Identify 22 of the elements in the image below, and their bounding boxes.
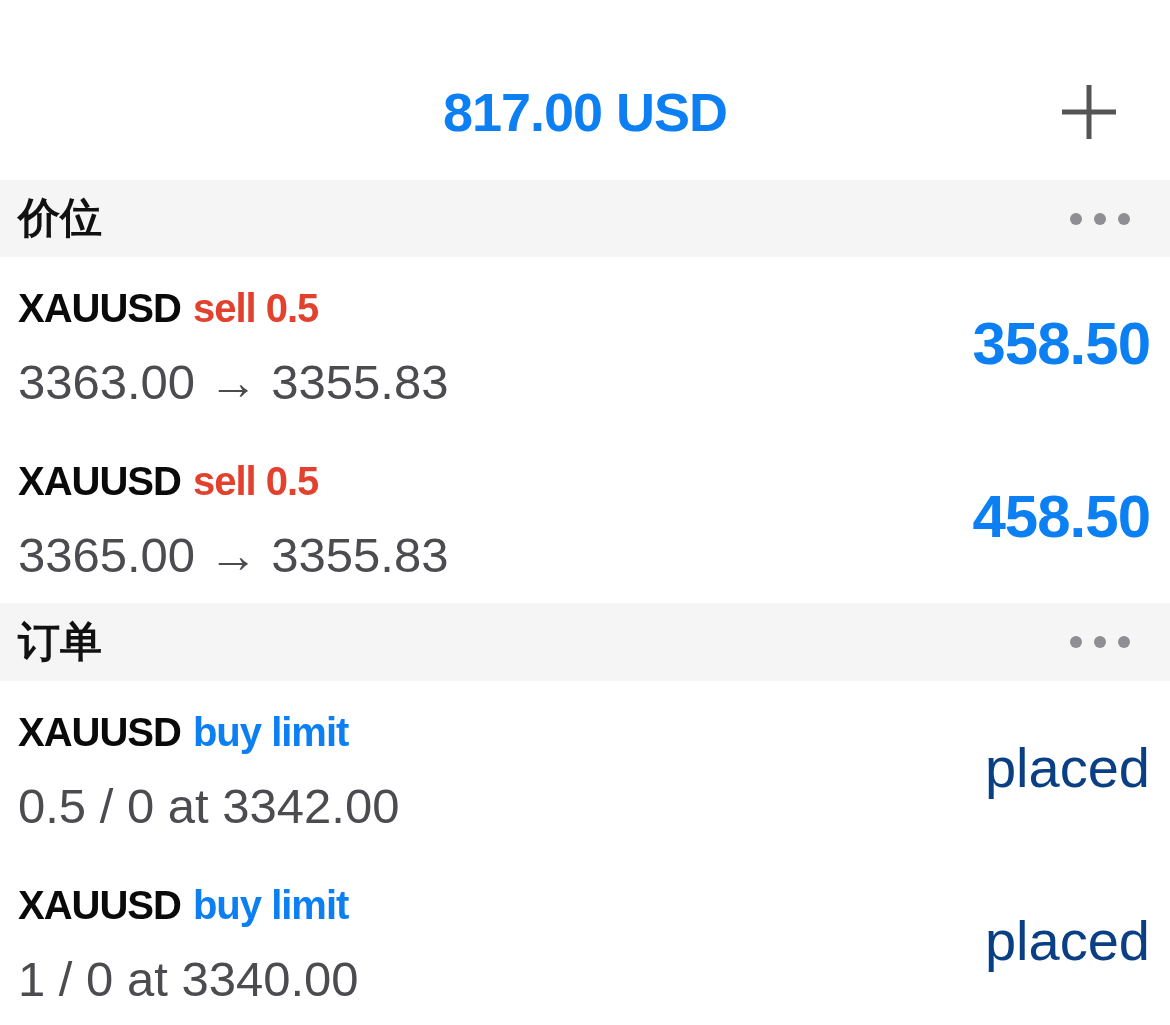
symbol-text: XAUUSD	[18, 458, 181, 504]
symbol-text: XAUUSD	[18, 882, 181, 928]
price-change-text: 3365.00 → 3355.83	[18, 527, 449, 584]
profit-text: 358.50	[972, 309, 1150, 378]
status-text: placed	[984, 735, 1150, 800]
order-details-text: 1 / 0 at 3340.00	[18, 951, 359, 1008]
symbol-text: XAUUSD	[18, 709, 181, 755]
more-icon[interactable]	[1070, 212, 1130, 225]
section-title: 订单	[18, 616, 102, 667]
price-change-text: 3363.00 → 3355.83	[18, 354, 449, 411]
order-type-text: sell 0.5	[192, 458, 319, 504]
order-details-text: 0.5 / 0 at 3342.00	[18, 778, 400, 835]
symbol-text: XAUUSD	[18, 285, 181, 331]
balance-text: 817.00 USD	[442, 81, 728, 144]
order-type-text: buy limit	[192, 882, 349, 928]
add-icon[interactable]	[1062, 85, 1116, 139]
status-text: placed	[984, 908, 1150, 973]
section-title: 价位	[18, 193, 102, 244]
order-type-text: sell 0.5	[192, 285, 319, 331]
more-icon[interactable]	[1070, 636, 1130, 648]
profit-text: 458.50	[972, 482, 1150, 551]
order-type-text: buy limit	[192, 709, 349, 755]
